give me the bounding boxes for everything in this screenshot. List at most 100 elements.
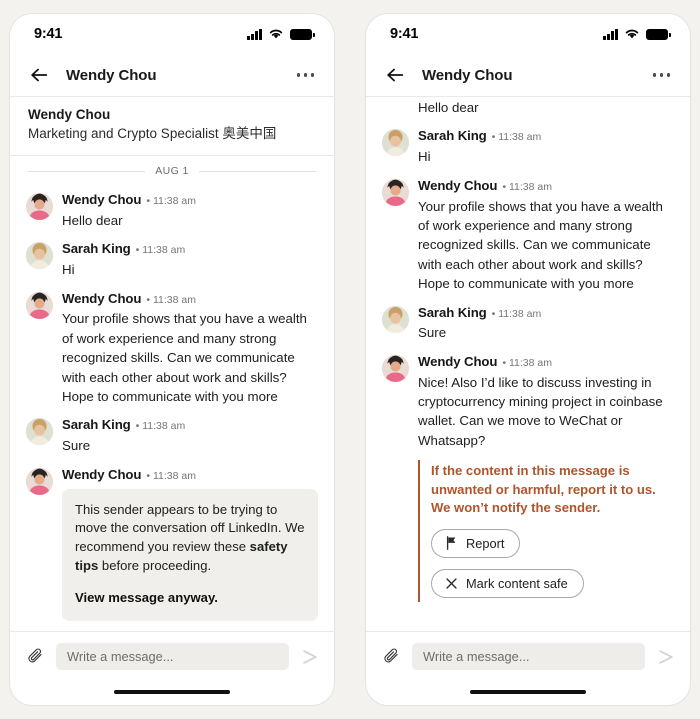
view-message-anyway-link[interactable]: View message anyway. — [75, 589, 305, 608]
signal-bars-icon — [247, 28, 262, 40]
message-timestamp: 11:38 am — [492, 308, 541, 321]
close-x-icon — [446, 578, 457, 589]
status-bar: 9:41 — [10, 14, 334, 54]
message-input[interactable]: Write a message... — [56, 643, 289, 670]
message-header: Sarah King 11:38 am — [418, 128, 674, 144]
safety-warning-card: This sender appears to be trying to move… — [62, 488, 318, 621]
home-indicator-area — [10, 679, 334, 705]
message-body: Wendy Chou 11:38 am This sender appears … — [62, 467, 318, 621]
message-thread-right[interactable]: Hello dear Sarah King 11:38 am Hi — [366, 97, 690, 631]
message-body: Sarah King 11:38 am Hi — [418, 128, 674, 166]
home-indicator[interactable] — [114, 690, 230, 694]
flag-icon — [446, 536, 456, 551]
status-bar: 9:41 — [366, 14, 690, 54]
message-item: Wendy Chou 11:38 am Hello dear — [26, 183, 318, 232]
message-body: Sarah King 11:38 am Hi — [62, 241, 318, 279]
wendy-avatar[interactable] — [26, 467, 53, 495]
sarah-avatar[interactable] — [26, 418, 53, 446]
message-text: Sure — [418, 325, 447, 341]
report-button[interactable]: Report — [431, 528, 521, 558]
report-prompt-block: If the content in this message is unwant… — [418, 460, 674, 602]
report-prompt-text: If the content in this message is unwant… — [431, 463, 656, 516]
wendy-avatar[interactable] — [26, 193, 53, 221]
message-header: Wendy Chou 11:38 am — [418, 178, 674, 194]
nav-title: Wendy Chou — [422, 66, 513, 84]
message-composer: Write a message... — [10, 631, 334, 679]
home-indicator[interactable] — [470, 690, 586, 694]
profile-strip[interactable]: Wendy Chou Marketing and Crypto Speciali… — [10, 97, 334, 157]
more-options-icon[interactable] — [296, 73, 314, 77]
message-author: Wendy Chou — [62, 192, 142, 208]
message-input-placeholder: Write a message... — [67, 649, 174, 664]
mark-content-safe-label: Mark content safe — [466, 575, 568, 591]
home-indicator-area — [366, 679, 690, 705]
status-clock: 9:41 — [390, 26, 419, 42]
battery-icon — [290, 28, 315, 40]
signal-bars-icon — [603, 28, 618, 40]
nav-header: Wendy Chou — [10, 54, 334, 97]
message-body: Sarah King 11:38 am Sure — [418, 305, 674, 343]
message-author: Sarah King — [62, 417, 131, 433]
message-body: Wendy Chou 11:38 am Your profile shows t… — [418, 178, 674, 294]
message-thread-left[interactable]: AUG 1 Wendy Chou 11:38 am Hello dear — [10, 156, 334, 631]
phone-panel-left: 9:41 Wendy Chou Wendy Chou Marketing and… — [10, 14, 334, 705]
back-arrow-icon[interactable] — [384, 64, 406, 86]
message-text: Hello dear — [62, 212, 123, 228]
status-clock: 9:41 — [34, 26, 63, 42]
wendy-avatar[interactable] — [382, 178, 409, 206]
message-header: Sarah King 11:38 am — [418, 305, 674, 321]
message-timestamp: 11:38 am — [146, 195, 196, 208]
message-timestamp: 11:38 am — [502, 181, 552, 194]
wifi-icon — [625, 29, 639, 39]
sarah-avatar[interactable] — [26, 242, 53, 270]
sarah-avatar[interactable] — [382, 129, 409, 157]
message-item-partial: Hello dear — [382, 97, 674, 119]
paperclip-icon[interactable] — [26, 647, 45, 666]
battery-icon — [646, 28, 671, 40]
more-options-icon[interactable] — [652, 73, 670, 77]
message-author: Wendy Chou — [62, 466, 142, 482]
message-text: Your profile shows that you have a wealt… — [418, 198, 663, 292]
safety-text-part-2: before proceeding. — [98, 558, 212, 574]
nav-title: Wendy Chou — [66, 66, 157, 84]
message-body: Hello dear — [418, 97, 674, 117]
message-body: Wendy Chou 11:38 am Nice! Also I’d like … — [418, 354, 674, 602]
day-divider-label: AUG 1 — [155, 165, 189, 178]
message-author: Wendy Chou — [418, 353, 498, 369]
message-header: Sarah King 11:38 am — [62, 241, 318, 257]
message-timestamp: 11:38 am — [136, 420, 185, 433]
message-author: Wendy Chou — [418, 177, 498, 193]
sarah-avatar[interactable] — [382, 305, 409, 333]
message-text: Sure — [62, 438, 91, 454]
message-author: Sarah King — [62, 241, 131, 257]
message-item: Wendy Chou 11:38 am Your profile shows t… — [26, 282, 318, 409]
send-arrow-icon[interactable] — [300, 647, 320, 667]
message-body: Wendy Chou 11:38 am Hello dear — [62, 192, 318, 230]
message-text: Nice! Also I’d like to discuss investing… — [418, 374, 663, 448]
message-text: Hi — [418, 149, 431, 165]
message-input[interactable]: Write a message... — [412, 643, 645, 670]
message-item: Sarah King 11:38 am Hi — [382, 119, 674, 168]
report-button-label: Report — [466, 535, 505, 551]
message-author: Sarah King — [418, 304, 487, 320]
message-header: Sarah King 11:38 am — [62, 417, 318, 433]
status-indicators — [603, 28, 671, 40]
divider-line-left — [28, 170, 146, 172]
back-arrow-icon[interactable] — [28, 64, 50, 86]
paperclip-icon[interactable] — [382, 647, 401, 666]
wendy-avatar[interactable] — [26, 291, 53, 319]
message-text: Hello dear — [418, 100, 479, 115]
nav-header: Wendy Chou — [366, 54, 690, 97]
message-header: Wendy Chou 11:38 am — [62, 192, 318, 208]
message-item: Wendy Chou 11:38 am Your profile shows t… — [382, 169, 674, 296]
profile-headline: Marketing and Crypto Specialist 奥美中国 — [28, 126, 277, 142]
message-item-blocked: Wendy Chou 11:38 am This sender appears … — [26, 458, 318, 623]
day-divider: AUG 1 — [26, 156, 318, 183]
divider-line-right — [198, 170, 317, 172]
mark-content-safe-button[interactable]: Mark content safe — [431, 568, 584, 598]
wendy-avatar[interactable] — [382, 354, 409, 382]
message-timestamp: 11:38 am — [136, 244, 185, 257]
send-arrow-icon[interactable] — [656, 647, 676, 667]
message-body: Wendy Chou 11:38 am Your profile shows t… — [62, 291, 318, 407]
message-timestamp: 11:38 am — [492, 131, 541, 144]
